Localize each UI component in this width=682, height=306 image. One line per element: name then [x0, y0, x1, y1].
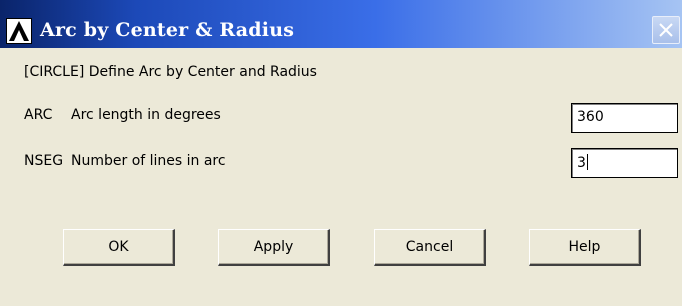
- ansys-logo-icon: [6, 18, 32, 44]
- help-button[interactable]: Help: [529, 229, 641, 266]
- arc-length-input[interactable]: 360: [571, 103, 678, 133]
- close-button[interactable]: [652, 16, 680, 44]
- nseg-row-label: NSEG Number of lines in arc: [24, 153, 226, 169]
- dialog-heading: [CIRCLE] Define Arc by Center and Radius: [24, 64, 317, 80]
- nseg-code: NSEG: [24, 153, 64, 169]
- arc-code: ARC: [24, 107, 53, 123]
- arc-row-label: ARC Arc length in degrees: [24, 107, 221, 123]
- close-icon: [659, 23, 673, 37]
- nseg-input[interactable]: 3: [571, 148, 678, 178]
- title-bar[interactable]: Arc by Center & Radius: [0, 0, 682, 48]
- nseg-description: Number of lines in arc: [71, 153, 226, 169]
- arc-length-value: 360: [577, 109, 604, 125]
- apply-button[interactable]: Apply: [218, 229, 330, 266]
- text-caret: [586, 154, 588, 170]
- arc-description: Arc length in degrees: [71, 107, 221, 123]
- nseg-value: 3: [577, 155, 586, 171]
- arc-dialog: Arc by Center & Radius [CIRCLE] Define A…: [0, 0, 682, 306]
- cancel-button[interactable]: Cancel: [374, 229, 486, 266]
- ok-button[interactable]: OK: [63, 229, 175, 266]
- window-title: Arc by Center & Radius: [40, 19, 295, 41]
